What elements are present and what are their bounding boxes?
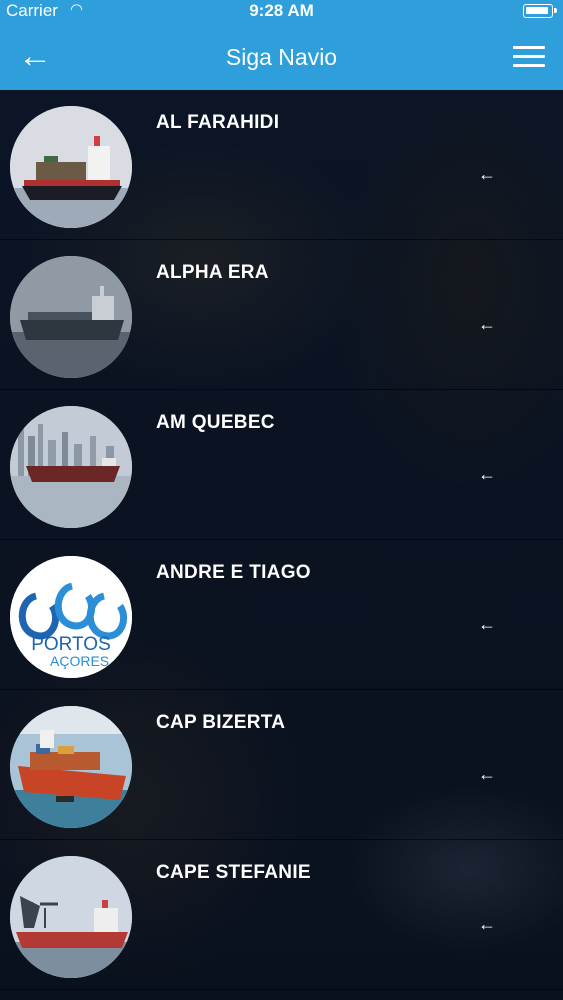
battery-icon xyxy=(523,4,557,18)
ship-name: AL FARAHIDI xyxy=(156,112,280,133)
list-item[interactable]: PORTOS AÇORES ANDRE E TIAGO ← xyxy=(0,540,563,690)
arrow-left-icon: ← xyxy=(478,764,496,784)
arrow-left-icon: ← xyxy=(478,614,496,634)
ship-name: AM QUEBEC xyxy=(156,412,275,433)
ship-thumbnail xyxy=(10,106,132,228)
portos-dos-acores-logo: PORTOS AÇORES xyxy=(10,556,132,678)
arrow-left-icon: ← xyxy=(478,314,496,334)
list-item[interactable]: CAPE STEFANIE ← xyxy=(0,840,563,990)
list-item[interactable]: CAP BIZERTA ← xyxy=(0,690,563,840)
page-title: Siga Navio xyxy=(225,44,338,70)
ship-thumbnail xyxy=(10,406,132,528)
hamburger-menu-icon[interactable] xyxy=(513,46,545,68)
arrow-left-icon: ← xyxy=(478,914,496,934)
ship-thumbnail xyxy=(10,256,132,378)
ship-name: CAPE STEFANIE xyxy=(156,862,311,883)
list-item[interactable]: AM QUEBEC ← xyxy=(0,390,563,540)
status-bar: Carrier ◠ 9:28 AM xyxy=(0,0,563,22)
ship-name: ALPHA ERA xyxy=(156,262,269,283)
clock: 9:28 AM xyxy=(249,1,314,20)
arrow-left-icon: ← xyxy=(478,164,496,184)
list-item[interactable]: ALPHA ERA ← xyxy=(0,240,563,390)
navigation-bar: ← Siga Navio xyxy=(0,22,563,90)
logo-subtext: AÇORES xyxy=(50,653,110,669)
ship-name: ANDRE E TIAGO xyxy=(156,562,311,583)
ship-name: CAP BIZERTA xyxy=(156,712,286,733)
ship-thumbnail xyxy=(10,706,132,828)
arrow-left-icon: ← xyxy=(478,464,496,484)
list-item[interactable]: AL FARAHIDI ← xyxy=(0,90,563,240)
ship-thumbnail xyxy=(10,856,132,978)
ship-list: AL FARAHIDI ← ALPHA ERA ← AM QUEBEC ← PO… xyxy=(0,90,563,1000)
